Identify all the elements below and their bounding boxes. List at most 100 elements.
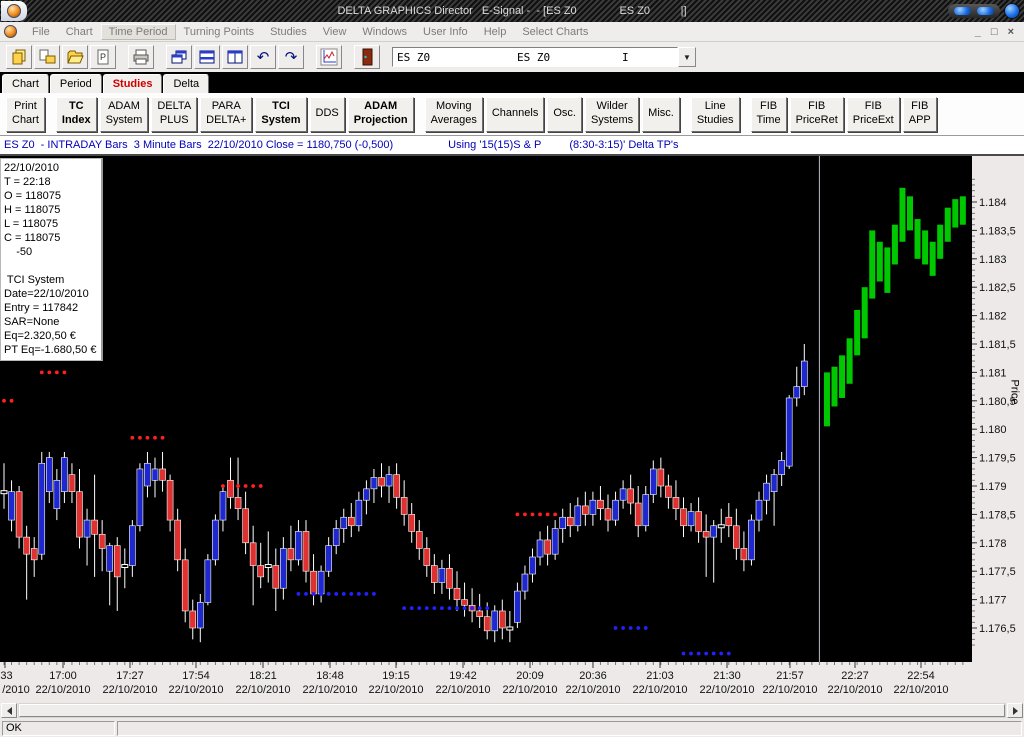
svg-text:21:57: 21:57 bbox=[776, 670, 804, 682]
scroll-right-button[interactable] bbox=[1007, 703, 1023, 718]
chart-settings-button[interactable] bbox=[316, 45, 342, 69]
undo-button[interactable]: ↶ bbox=[250, 45, 276, 69]
open-folder-button[interactable] bbox=[62, 45, 88, 69]
scrollbar-thumb[interactable] bbox=[19, 704, 1005, 717]
svg-text:17:00: 17:00 bbox=[49, 670, 77, 682]
svg-text:17:27: 17:27 bbox=[116, 670, 144, 682]
study-button-print-chart[interactable]: Print Chart bbox=[6, 97, 45, 132]
svg-text:21:03: 21:03 bbox=[646, 670, 674, 682]
study-button-adam-system[interactable]: ADAM System bbox=[100, 97, 149, 132]
arrow-left-icon bbox=[3, 707, 12, 715]
svg-text:19:15: 19:15 bbox=[382, 670, 410, 682]
child-minimize-button[interactable]: _ bbox=[975, 26, 981, 38]
minimize-button[interactable] bbox=[954, 7, 971, 15]
svg-text::33: :33 bbox=[0, 670, 13, 682]
study-button-fib-priceret[interactable]: FIB PriceRet bbox=[790, 97, 844, 132]
svg-text:20:36: 20:36 bbox=[579, 670, 607, 682]
arrow-right-icon bbox=[1013, 707, 1022, 715]
study-button-delta-plus[interactable]: DELTA PLUS bbox=[151, 97, 197, 132]
symbol-value: ES Z0 bbox=[397, 51, 517, 64]
template-in-use: Using '15(15)S & P bbox=[448, 139, 541, 151]
menu-item-turning-points[interactable]: Turning Points bbox=[176, 24, 263, 40]
tab-period[interactable]: Period bbox=[50, 74, 102, 93]
study-button-fib-app[interactable]: FIB APP bbox=[903, 97, 937, 132]
exit-door-button[interactable] bbox=[354, 45, 380, 69]
study-button-para-delta+[interactable]: PARA DELTA+ bbox=[200, 97, 252, 132]
svg-text:19:42: 19:42 bbox=[449, 670, 477, 682]
undo-icon: ↶ bbox=[257, 50, 270, 65]
print-page-button[interactable] bbox=[34, 45, 60, 69]
menu-app-icon[interactable] bbox=[4, 25, 17, 38]
study-button-wilder-systems[interactable]: Wilder Systems bbox=[585, 97, 639, 132]
menu-item-studies[interactable]: Studies bbox=[262, 24, 315, 40]
combobox-dropdown-button[interactable]: ▼ bbox=[678, 47, 696, 67]
new-chart-button[interactable] bbox=[6, 45, 32, 69]
svg-text:22/10/2010: 22/10/2010 bbox=[827, 684, 882, 696]
tile-horizontal-button[interactable] bbox=[194, 45, 220, 69]
study-button-fib-time[interactable]: FIB Time bbox=[751, 97, 787, 132]
svg-text:22/10/2010: 22/10/2010 bbox=[565, 684, 620, 696]
status-message: OK bbox=[2, 721, 115, 736]
page-p-button[interactable]: P bbox=[90, 45, 116, 69]
cascade-windows-icon bbox=[169, 47, 189, 67]
close-button[interactable] bbox=[1004, 3, 1020, 19]
horizontal-scrollbar[interactable] bbox=[0, 702, 1024, 719]
svg-text:1.177: 1.177 bbox=[979, 595, 1007, 607]
svg-text:22/10/2010: 22/10/2010 bbox=[235, 684, 290, 696]
cascade-windows-button[interactable] bbox=[166, 45, 192, 69]
svg-text:22/10/2010: 22/10/2010 bbox=[762, 684, 817, 696]
symbol-combobox[interactable]: ES Z0 ES Z0 I bbox=[392, 47, 678, 67]
svg-text:22/10/2010: 22/10/2010 bbox=[302, 684, 357, 696]
tile-vertical-button[interactable] bbox=[222, 45, 248, 69]
study-button-adam-projection[interactable]: ADAM Projection bbox=[348, 97, 414, 132]
status-extra bbox=[117, 721, 1022, 736]
menu-item-view[interactable]: View bbox=[315, 24, 355, 40]
toolbar-buttons: P ↶ ↷ bbox=[6, 45, 382, 69]
study-button-tc-index[interactable]: TC Index bbox=[56, 97, 97, 132]
svg-text:1.184: 1.184 bbox=[979, 197, 1007, 209]
price-chart-svg[interactable] bbox=[0, 156, 972, 662]
price-axis-label: Price bbox=[1008, 379, 1020, 404]
child-restore-button[interactable]: □ bbox=[991, 26, 998, 38]
tab-delta[interactable]: Delta bbox=[163, 74, 209, 93]
scroll-left-button[interactable] bbox=[1, 703, 17, 718]
study-button-fib-priceext[interactable]: FIB PriceExt bbox=[847, 97, 900, 132]
menu-item-user-info[interactable]: User Info bbox=[415, 24, 476, 40]
study-button-line-studies[interactable]: Line Studies bbox=[691, 97, 740, 132]
print-button[interactable] bbox=[128, 45, 154, 69]
tab-chart[interactable]: Chart bbox=[2, 74, 49, 93]
svg-text:1.180: 1.180 bbox=[979, 424, 1007, 436]
svg-text:P: P bbox=[100, 52, 106, 62]
menu-item-select-charts[interactable]: Select Charts bbox=[514, 24, 596, 40]
svg-text:22/10/2010: 22/10/2010 bbox=[35, 684, 90, 696]
menu-item-time-period[interactable]: Time Period bbox=[101, 24, 176, 40]
price-axis[interactable]: 1.1841.183,51.1831.182,51.1821.181,51.18… bbox=[972, 156, 1024, 662]
menu-item-windows[interactable]: Windows bbox=[354, 24, 415, 40]
tab-studies[interactable]: Studies bbox=[103, 74, 163, 93]
svg-text:20:09: 20:09 bbox=[516, 670, 544, 682]
redo-button[interactable]: ↷ bbox=[278, 45, 304, 69]
study-button-osc[interactable]: Osc. bbox=[547, 97, 582, 132]
study-button-channels[interactable]: Channels bbox=[486, 97, 544, 132]
svg-text:1.183,5: 1.183,5 bbox=[979, 225, 1016, 237]
child-close-button[interactable]: × bbox=[1008, 26, 1014, 38]
maximize-button[interactable] bbox=[977, 7, 994, 15]
svg-text:1.178,5: 1.178,5 bbox=[979, 509, 1016, 521]
svg-text:22:54: 22:54 bbox=[907, 670, 935, 682]
time-axis[interactable]: :33/201017:0022/10/201017:2722/10/201017… bbox=[0, 662, 1024, 702]
svg-text:22:27: 22:27 bbox=[841, 670, 869, 682]
svg-text:18:21: 18:21 bbox=[249, 670, 277, 682]
symbol-summary: ES Z0 - INTRADAY Bars 3 Minute Bars 22/1… bbox=[4, 139, 393, 151]
menu-item-file[interactable]: File bbox=[24, 24, 58, 40]
study-button-tci-system[interactable]: TCI System bbox=[255, 97, 306, 132]
study-button-misc[interactable]: Misc. bbox=[642, 97, 680, 132]
page-p-icon: P bbox=[93, 47, 113, 67]
menu-item-chart[interactable]: Chart bbox=[58, 24, 101, 40]
study-button-moving-averages[interactable]: Moving Averages bbox=[425, 97, 483, 132]
session-info: (8:30-3:15)' Delta TP's bbox=[569, 139, 678, 151]
svg-text:18:48: 18:48 bbox=[316, 670, 344, 682]
window-title: DELTA GRAPHICS Director E-Signal - - [ES… bbox=[0, 5, 1024, 17]
study-button-dds[interactable]: DDS bbox=[310, 97, 345, 132]
menu-item-help[interactable]: Help bbox=[476, 24, 515, 40]
scrollbar-track[interactable] bbox=[18, 703, 1006, 718]
